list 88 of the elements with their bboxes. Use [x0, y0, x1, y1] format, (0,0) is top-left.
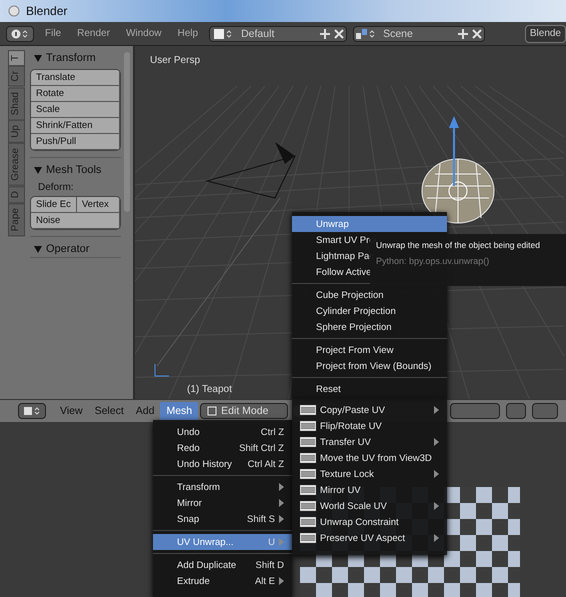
panel-header[interactable]: Mesh Tools	[30, 162, 121, 178]
menu-item[interactable]: Flip/Rotate UV	[292, 418, 447, 434]
tool-button[interactable]: Noise	[31, 213, 120, 229]
uv-icon	[300, 421, 316, 431]
scene-field[interactable]: Scene	[353, 26, 486, 42]
uv-icon	[300, 405, 316, 415]
add-icon[interactable]	[456, 28, 470, 40]
menu-item[interactable]: Extrude Alt E	[153, 573, 292, 589]
menu-item[interactable]: Move the UV from View3D	[292, 450, 447, 466]
layout-field[interactable]: Default	[209, 26, 348, 42]
menu-item[interactable]: Transfer UV	[292, 434, 447, 450]
occlude-button[interactable]	[506, 403, 526, 419]
menu-item[interactable]: Unwrap	[292, 216, 447, 232]
uv-icon	[300, 533, 316, 543]
menu-item[interactable]: Select	[88, 402, 130, 420]
window-title: Blender	[26, 4, 68, 18]
panel-header[interactable]: Operator	[30, 241, 121, 257]
menu-item[interactable]: Undo History Ctrl Alt Z	[153, 456, 292, 472]
shelf-tab[interactable]: T	[8, 50, 25, 66]
tool-button[interactable]: Rotate	[31, 86, 120, 102]
menu-item[interactable]: Reset	[292, 381, 447, 397]
menu-item[interactable]: Window	[120, 28, 167, 39]
menu-item[interactable]: Help	[172, 28, 204, 39]
menu-item[interactable]: Transform	[153, 479, 292, 495]
mode-dropdown[interactable]: Edit Mode	[200, 403, 288, 419]
menu-item[interactable]: Mirror	[153, 495, 292, 511]
render-engine-dropdown[interactable]: Blende	[524, 24, 566, 42]
submenu-arrow-icon	[434, 406, 439, 414]
uv-icon	[300, 453, 316, 463]
python-hint: Python: bpy.ops.uv.unwrap()	[376, 256, 490, 266]
submenu-arrow-icon	[434, 534, 439, 542]
menu-item[interactable]: Cylinder Projection	[292, 303, 447, 319]
menu-item[interactable]: Render	[72, 28, 115, 39]
tool-button[interactable]: Shrink/Fatten	[31, 118, 120, 134]
uv-icon	[300, 485, 316, 495]
menu-item[interactable]: Project From View	[292, 342, 447, 358]
menu-item[interactable]: Redo Shift Ctrl Z	[153, 440, 292, 456]
menu-item[interactable]: Undo Ctrl Z	[153, 424, 292, 440]
z-axis-arrow	[449, 116, 459, 186]
menu-item[interactable]: World Scale UV	[292, 498, 447, 514]
tool-button[interactable]: Scale	[31, 102, 120, 118]
uv-icon	[300, 501, 316, 511]
menu-item[interactable]: Mirror UV	[292, 482, 447, 498]
edit-mode-icon	[207, 406, 218, 416]
submenu-arrow-icon	[434, 502, 439, 510]
tool-button[interactable]: Vertex	[76, 197, 120, 213]
menu-item[interactable]: Add	[130, 402, 160, 420]
section-label: Deform:	[37, 181, 75, 193]
menu-item[interactable]: Snap Shift S	[153, 511, 292, 527]
object-label: (1) Teapot	[187, 384, 232, 395]
menu-item[interactable]: File	[40, 28, 66, 39]
submenu-arrow-icon	[279, 538, 284, 546]
cube-icon	[22, 406, 42, 416]
menu-item[interactable]: Texture Lock	[292, 466, 447, 482]
add-icon[interactable]	[318, 28, 332, 40]
app-icon	[8, 5, 20, 17]
uv-icon	[300, 517, 316, 527]
tooltip-text: Unwrap the mesh of the object being edited	[376, 240, 541, 250]
menu-item[interactable]: Sphere Projection	[292, 319, 447, 335]
submenu-arrow-icon	[279, 577, 284, 585]
panel-title: Mesh Tools	[46, 164, 102, 176]
panel-header[interactable]: Transform	[30, 50, 121, 66]
menu-item[interactable]: UV Unwrap... U	[153, 534, 292, 550]
editor-type-button[interactable]	[18, 403, 46, 419]
uv-icon	[300, 437, 316, 447]
submenu-arrow-icon	[434, 470, 439, 478]
close-icon[interactable]	[332, 28, 346, 40]
menu-item[interactable]: Cube Projection	[292, 287, 447, 303]
axis-gizmo-icon	[154, 364, 170, 376]
panel-title: Transform	[46, 52, 96, 64]
tool-button[interactable]: Slide Ec	[31, 197, 77, 213]
uv-icon	[300, 469, 316, 479]
menu-item[interactable]: Unwrap Constraint	[292, 514, 447, 530]
menu-item[interactable]: Preserve UV Aspect	[292, 530, 447, 546]
menu-item[interactable]: Add Duplicate Shift D	[153, 557, 292, 573]
menu-item[interactable]: View	[54, 402, 89, 420]
submenu-arrow-icon	[434, 438, 439, 446]
menu-item[interactable]: Project from View (Bounds)	[292, 358, 447, 374]
info-icon	[10, 28, 30, 38]
menu-item[interactable]: Copy/Paste UV	[292, 402, 447, 418]
close-icon[interactable]	[470, 28, 484, 40]
tool-button[interactable]: Push/Pull	[31, 134, 120, 150]
panel-title: Operator	[46, 243, 90, 255]
menu-item[interactable]: Mesh	[160, 402, 198, 420]
tool-button[interactable]: Translate	[31, 70, 120, 86]
editor-type-button[interactable]	[6, 26, 34, 42]
proportional-button[interactable]	[532, 403, 558, 419]
view-label: User Persp	[150, 55, 200, 66]
